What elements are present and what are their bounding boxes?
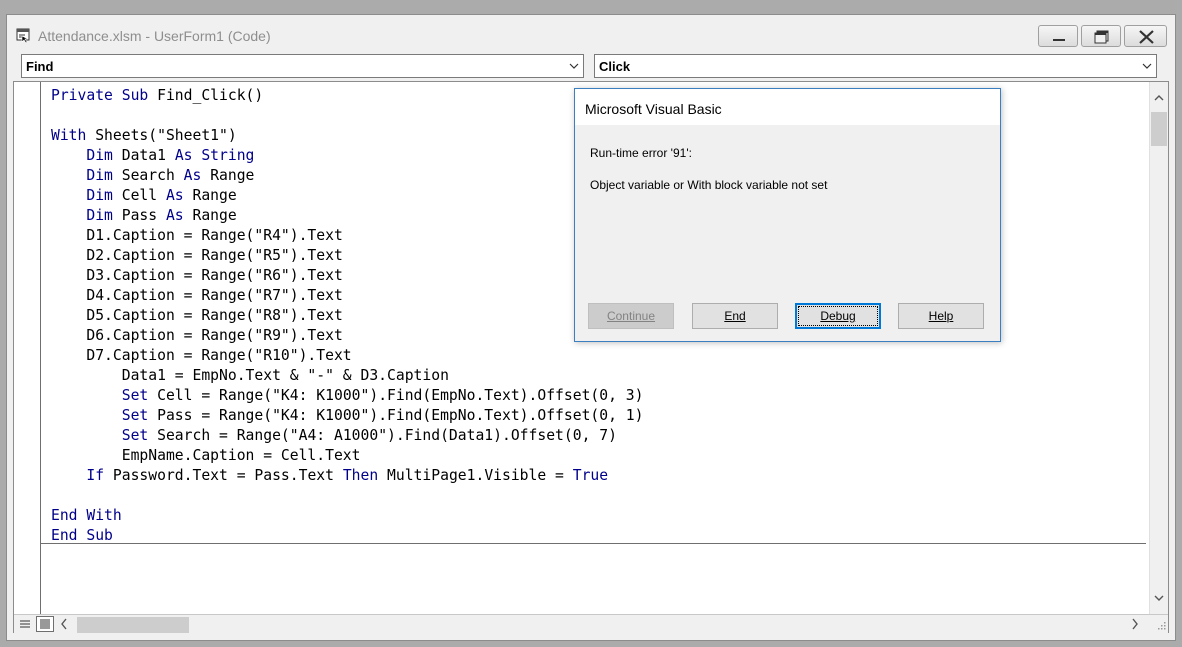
scroll-up-icon[interactable]	[1154, 94, 1164, 102]
chevron-down-icon[interactable]	[569, 61, 579, 71]
code-keyword: End With	[51, 507, 122, 524]
code-token: D2.Caption = Range("R5").Text	[51, 247, 343, 264]
code-line[interactable]: Data1 = EmpNo.Text & "-" & D3.Caption	[51, 366, 1151, 386]
code-token: Range	[192, 187, 237, 204]
title-bar: Attendance.xlsm - UserForm1 (Code)	[7, 15, 1175, 49]
code-line[interactable]: If Password.Text = Pass.Text Then MultiP…	[51, 466, 1151, 486]
horizontal-scroll-thumb[interactable]	[77, 617, 189, 633]
vertical-scrollbar[interactable]	[1149, 82, 1168, 614]
code-line[interactable]: EmpName.Caption = Cell.Text	[51, 446, 1151, 466]
code-line[interactable]	[51, 486, 1151, 506]
close-button[interactable]	[1124, 25, 1167, 47]
code-token: MultiPage1.Visible =	[387, 467, 573, 484]
error-code-text: Run-time error '91':	[590, 146, 692, 160]
code-keyword: Set	[121, 407, 158, 424]
code-token: Sheets("Sheet1")	[95, 127, 237, 144]
code-keyword: Then	[342, 467, 388, 484]
code-keyword: Set	[121, 387, 158, 404]
code-token: Pass	[121, 207, 166, 224]
code-token: Data1 = EmpNo.Text & "-" & D3.Caption	[51, 367, 449, 384]
vba-module-icon[interactable]	[16, 28, 31, 44]
code-keyword: As String	[174, 147, 255, 164]
code-keyword: Private Sub	[51, 87, 158, 104]
debug-button[interactable]: Debug	[795, 303, 881, 329]
error-message-text: Object variable or With block variable n…	[590, 178, 828, 192]
resize-grip-icon[interactable]	[1156, 620, 1166, 630]
code-token: Range	[210, 167, 255, 184]
procedure-view-icon	[20, 620, 30, 628]
code-token: Data1	[121, 147, 175, 164]
minimize-icon	[1053, 39, 1065, 41]
object-dropdown[interactable]: Find	[21, 54, 584, 78]
scroll-down-icon[interactable]	[1154, 594, 1164, 602]
code-keyword: Dim	[86, 167, 122, 184]
code-token: Cell = Range("K4: K1000").Find(EmpNo.Tex…	[157, 387, 644, 404]
chevron-down-icon[interactable]	[1142, 61, 1152, 71]
code-line[interactable]: End Sub	[51, 526, 1151, 542]
code-line[interactable]: Set Pass = Range("K4: K1000").Find(EmpNo…	[51, 406, 1151, 426]
code-keyword: True	[572, 467, 609, 484]
code-keyword: As	[183, 167, 211, 184]
code-keyword: As	[165, 187, 193, 204]
close-icon	[1139, 30, 1154, 44]
code-line[interactable]: D7.Caption = Range("R10").Text	[51, 346, 1151, 366]
code-keyword: Set	[121, 427, 158, 444]
code-token: D1.Caption = Range("R4").Text	[51, 227, 343, 244]
dialog-title-bar: Microsoft Visual Basic	[575, 89, 1000, 125]
code-token: D6.Caption = Range("R9").Text	[51, 327, 343, 344]
scroll-right-icon[interactable]	[1131, 618, 1139, 630]
code-line[interactable]: Set Search = Range("A4: A1000").Find(Dat…	[51, 426, 1151, 446]
vertical-scroll-thumb[interactable]	[1151, 112, 1167, 146]
object-dropdown-value: Find	[26, 59, 54, 74]
dialog-title: Microsoft Visual Basic	[585, 101, 722, 117]
full-module-view-button[interactable]	[36, 616, 54, 632]
code-keyword: With	[51, 127, 96, 144]
maximize-icon	[1094, 30, 1109, 44]
procedure-dropdown-value: Click	[599, 59, 631, 74]
code-token: Search	[121, 167, 184, 184]
help-button[interactable]: Help	[898, 303, 984, 329]
code-keyword: Dim	[86, 147, 122, 164]
code-keyword: Dim	[86, 207, 122, 224]
margin-indicator-bar[interactable]	[14, 82, 41, 614]
code-keyword: As	[165, 207, 193, 224]
full-module-view-icon	[40, 619, 50, 629]
error-dialog: Microsoft Visual Basic Run-time error '9…	[574, 88, 1001, 342]
code-token: D5.Caption = Range("R8").Text	[51, 307, 343, 324]
code-line[interactable]: Set Cell = Range("K4: K1000").Find(EmpNo…	[51, 386, 1151, 406]
scroll-left-icon[interactable]	[60, 618, 68, 630]
procedure-view-button[interactable]	[16, 616, 34, 632]
code-token: Cell	[121, 187, 166, 204]
code-token: D7.Caption = Range("R10").Text	[51, 347, 352, 364]
end-button[interactable]: End	[692, 303, 778, 329]
window-title: Attendance.xlsm - UserForm1 (Code)	[38, 28, 271, 44]
code-keyword: End Sub	[51, 527, 113, 542]
horizontal-scroll-bar	[14, 614, 1168, 634]
code-token: EmpName.Caption = Cell.Text	[51, 447, 361, 464]
code-keyword: Dim	[86, 187, 122, 204]
code-token: Pass = Range("K4: K1000").Find(EmpNo.Tex…	[157, 407, 644, 424]
minimize-button[interactable]	[1038, 25, 1078, 47]
code-keyword: If	[86, 467, 113, 484]
code-token: D3.Caption = Range("R6").Text	[51, 267, 343, 284]
procedure-separator	[41, 543, 1146, 544]
code-token: Password.Text = Pass.Text	[112, 467, 343, 484]
code-line[interactable]: End With	[51, 506, 1151, 526]
code-token: Range	[192, 207, 237, 224]
procedure-dropdown[interactable]: Click	[594, 54, 1157, 78]
code-token: D4.Caption = Range("R7").Text	[51, 287, 343, 304]
code-token: Search = Range("A4: A1000").Find(Data1).…	[157, 427, 617, 444]
code-token: Find_Click()	[157, 87, 264, 104]
maximize-button[interactable]	[1081, 25, 1121, 47]
continue-button: Continue	[588, 303, 674, 329]
